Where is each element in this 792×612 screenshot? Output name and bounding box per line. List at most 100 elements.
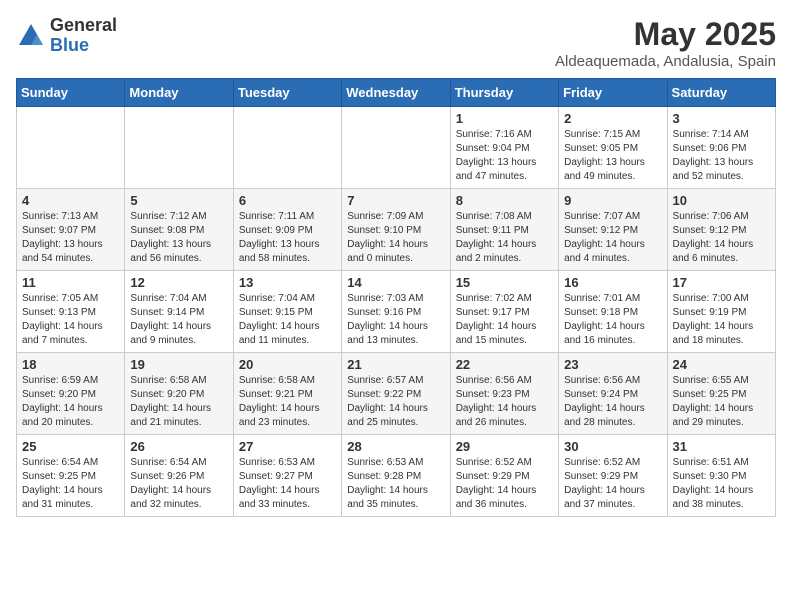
day-number: 19 [130, 357, 227, 372]
calendar-cell-w1-d7: 3 Sunrise: 7:14 AMSunset: 9:06 PMDaylight… [667, 107, 775, 189]
location-title: Aldeaquemada, Andalusia, Spain [555, 53, 776, 70]
day-info: Sunrise: 6:56 AMSunset: 9:24 PMDaylight:… [564, 374, 661, 430]
day-info: Sunrise: 6:56 AMSunset: 9:23 PMDaylight:… [456, 374, 553, 430]
day-info: Sunrise: 6:55 AMSunset: 9:25 PMDaylight:… [673, 374, 770, 430]
calendar-cell-w4-d7: 24Sunrise: 6:55 AMSunset: 9:25 PMDayligh… [667, 353, 775, 435]
calendar-cell-w1-d3 [233, 107, 341, 189]
header-monday: Monday [125, 79, 233, 107]
day-info: Sunrise: 7:01 AMSunset: 9:18 PMDaylight:… [564, 292, 661, 348]
calendar-cell-w2-d5: 8 Sunrise: 7:08 AMSunset: 9:11 PMDaylight… [450, 189, 558, 271]
day-info: Sunrise: 7:05 AMSunset: 9:13 PMDaylight:… [22, 292, 119, 348]
day-info: Sunrise: 7:00 AMSunset: 9:19 PMDaylight:… [673, 292, 770, 348]
header-sunday: Sunday [17, 79, 125, 107]
day-number: 21 [347, 357, 444, 372]
logo-text: General Blue [50, 16, 117, 56]
calendar-cell-w4-d5: 22 Sunrise: 6:56 AMSunset: 9:23 PMDayligh… [450, 353, 558, 435]
calendar-cell-w5-d1: 25 Sunrise: 6:54 AMSunset: 9:25 PMDayligh… [17, 435, 125, 517]
logo-general: General [50, 16, 117, 36]
day-info: Sunrise: 7:15 AMSunset: 9:05 PMDaylight:… [564, 128, 661, 184]
month-title: May 2025 [555, 16, 776, 53]
day-number: 20 [239, 357, 336, 372]
title-section: May 2025 Aldeaquemada, Andalusia, Spain [555, 16, 776, 70]
day-info: Sunrise: 7:06 AMSunset: 9:12 PMDaylight:… [673, 210, 770, 266]
day-number: 25 [22, 439, 119, 454]
day-info: Sunrise: 7:03 AMSunset: 9:16 PMDaylight:… [347, 292, 444, 348]
calendar-cell-w2-d6: 9 Sunrise: 7:07 AMSunset: 9:12 PMDaylight… [559, 189, 667, 271]
calendar-cell-w3-d5: 15 Sunrise: 7:02 AMSunset: 9:17 PMDayligh… [450, 271, 558, 353]
weekday-header-row: Sunday Monday Tuesday Wednesday Thursday… [17, 79, 776, 107]
calendar-cell-w4-d1: 18Sunrise: 6:59 AMSunset: 9:20 PMDayligh… [17, 353, 125, 435]
day-info: Sunrise: 7:09 AMSunset: 9:10 PMDaylight:… [347, 210, 444, 266]
day-info: Sunrise: 7:11 AMSunset: 9:09 PMDaylight:… [239, 210, 336, 266]
day-number: 7 [347, 193, 444, 208]
calendar-week-2: 4 Sunrise: 7:13 AMSunset: 9:07 PMDaylight… [17, 189, 776, 271]
calendar-cell-w1-d2 [125, 107, 233, 189]
day-info: Sunrise: 7:16 AMSunset: 9:04 PMDaylight:… [456, 128, 553, 184]
header-saturday: Saturday [667, 79, 775, 107]
day-info: Sunrise: 7:12 AMSunset: 9:08 PMDaylight:… [130, 210, 227, 266]
calendar-week-4: 18Sunrise: 6:59 AMSunset: 9:20 PMDayligh… [17, 353, 776, 435]
day-info: Sunrise: 6:54 AMSunset: 9:25 PMDaylight:… [22, 456, 119, 512]
calendar-cell-w1-d4 [342, 107, 450, 189]
calendar-cell-w5-d2: 26 Sunrise: 6:54 AMSunset: 9:26 PMDayligh… [125, 435, 233, 517]
day-number: 26 [130, 439, 227, 454]
day-number: 15 [456, 275, 553, 290]
day-info: Sunrise: 7:02 AMSunset: 9:17 PMDaylight:… [456, 292, 553, 348]
day-info: Sunrise: 7:14 AMSunset: 9:06 PMDaylight:… [673, 128, 770, 184]
day-number: 31 [673, 439, 770, 454]
day-number: 12 [130, 275, 227, 290]
calendar-cell-w5-d3: 27 Sunrise: 6:53 AMSunset: 9:27 PMDayligh… [233, 435, 341, 517]
day-number: 30 [564, 439, 661, 454]
calendar-cell-w3-d4: 14 Sunrise: 7:03 AMSunset: 9:16 PMDayligh… [342, 271, 450, 353]
calendar-cell-w2-d7: 10 Sunrise: 7:06 AMSunset: 9:12 PMDayligh… [667, 189, 775, 271]
calendar-cell-w4-d4: 21 Sunrise: 6:57 AMSunset: 9:22 PMDayligh… [342, 353, 450, 435]
calendar-cell-w3-d7: 17 Sunrise: 7:00 AMSunset: 9:19 PMDayligh… [667, 271, 775, 353]
calendar-week-3: 11Sunrise: 7:05 AMSunset: 9:13 PMDayligh… [17, 271, 776, 353]
day-info: Sunrise: 6:53 AMSunset: 9:27 PMDaylight:… [239, 456, 336, 512]
day-info: Sunrise: 6:52 AMSunset: 9:29 PMDaylight:… [564, 456, 661, 512]
day-number: 6 [239, 193, 336, 208]
day-number: 1 [456, 111, 553, 126]
day-number: 28 [347, 439, 444, 454]
page-header: General Blue May 2025 Aldeaquemada, Anda… [16, 16, 776, 70]
calendar-week-1: 1 Sunrise: 7:16 AMSunset: 9:04 PMDaylight… [17, 107, 776, 189]
header-tuesday: Tuesday [233, 79, 341, 107]
day-number: 13 [239, 275, 336, 290]
day-number: 8 [456, 193, 553, 208]
day-number: 10 [673, 193, 770, 208]
day-number: 23 [564, 357, 661, 372]
calendar-cell-w1-d6: 2Sunrise: 7:15 AMSunset: 9:05 PMDaylight… [559, 107, 667, 189]
calendar-cell-w3-d6: 16Sunrise: 7:01 AMSunset: 9:18 PMDayligh… [559, 271, 667, 353]
calendar-cell-w5-d4: 28 Sunrise: 6:53 AMSunset: 9:28 PMDayligh… [342, 435, 450, 517]
header-wednesday: Wednesday [342, 79, 450, 107]
day-info: Sunrise: 6:51 AMSunset: 9:30 PMDaylight:… [673, 456, 770, 512]
calendar-week-5: 25 Sunrise: 6:54 AMSunset: 9:25 PMDayligh… [17, 435, 776, 517]
day-number: 4 [22, 193, 119, 208]
calendar-cell-w2-d4: 7 Sunrise: 7:09 AMSunset: 9:10 PMDaylight… [342, 189, 450, 271]
calendar-table: Sunday Monday Tuesday Wednesday Thursday… [16, 78, 776, 517]
logo-blue: Blue [50, 36, 117, 56]
day-info: Sunrise: 7:13 AMSunset: 9:07 PMDaylight:… [22, 210, 119, 266]
day-info: Sunrise: 6:54 AMSunset: 9:26 PMDaylight:… [130, 456, 227, 512]
calendar-cell-w4-d3: 20Sunrise: 6:58 AMSunset: 9:21 PMDayligh… [233, 353, 341, 435]
calendar-cell-w4-d2: 19 Sunrise: 6:58 AMSunset: 9:20 PMDayligh… [125, 353, 233, 435]
day-number: 14 [347, 275, 444, 290]
header-friday: Friday [559, 79, 667, 107]
day-number: 22 [456, 357, 553, 372]
day-number: 17 [673, 275, 770, 290]
calendar-cell-w3-d2: 12Sunrise: 7:04 AMSunset: 9:14 PMDayligh… [125, 271, 233, 353]
header-thursday: Thursday [450, 79, 558, 107]
day-number: 29 [456, 439, 553, 454]
day-info: Sunrise: 7:08 AMSunset: 9:11 PMDaylight:… [456, 210, 553, 266]
day-info: Sunrise: 7:07 AMSunset: 9:12 PMDaylight:… [564, 210, 661, 266]
calendar-cell-w5-d6: 30 Sunrise: 6:52 AMSunset: 9:29 PMDayligh… [559, 435, 667, 517]
day-number: 27 [239, 439, 336, 454]
day-number: 9 [564, 193, 661, 208]
day-info: Sunrise: 6:57 AMSunset: 9:22 PMDaylight:… [347, 374, 444, 430]
day-number: 3 [673, 111, 770, 126]
day-info: Sunrise: 6:58 AMSunset: 9:20 PMDaylight:… [130, 374, 227, 430]
calendar-cell-w2-d2: 5Sunrise: 7:12 AMSunset: 9:08 PMDaylight… [125, 189, 233, 271]
day-info: Sunrise: 6:59 AMSunset: 9:20 PMDaylight:… [22, 374, 119, 430]
calendar-cell-w2-d1: 4 Sunrise: 7:13 AMSunset: 9:07 PMDaylight… [17, 189, 125, 271]
day-info: Sunrise: 6:53 AMSunset: 9:28 PMDaylight:… [347, 456, 444, 512]
